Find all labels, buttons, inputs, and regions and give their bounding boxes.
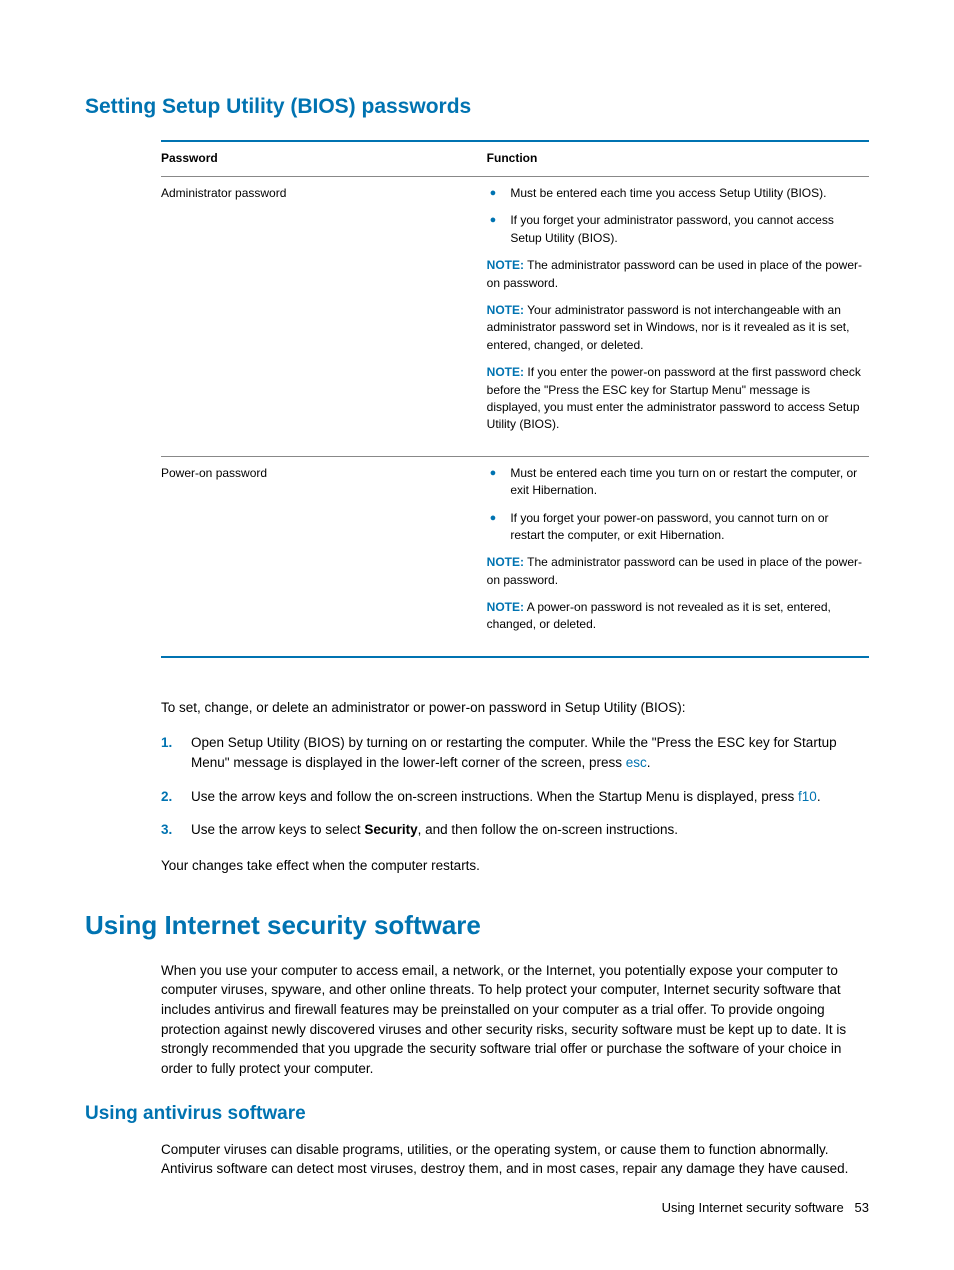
note-text: The administrator password can be used i… — [487, 258, 862, 289]
step-text: Use the arrow keys to select — [191, 822, 364, 837]
heading-antivirus: Using antivirus software — [85, 1100, 869, 1128]
table-header-password: Password — [161, 141, 487, 176]
footer-page-number: 53 — [855, 1200, 869, 1215]
note-text: If you enter the power-on password at th… — [487, 365, 861, 431]
note-label: NOTE: — [487, 303, 524, 317]
bullet-text: Must be entered each time you turn on or… — [510, 465, 863, 500]
step-text: . — [817, 789, 821, 804]
table-row: Power-on password ● Must be entered each … — [161, 456, 869, 657]
bullet-icon: ● — [490, 185, 497, 203]
internet-paragraph: When you use your computer to access ema… — [161, 961, 869, 1078]
bullet-text: If you forget your power-on password, yo… — [510, 510, 863, 545]
note-label: NOTE: — [487, 555, 524, 569]
steps-list: 1. Open Setup Utility (BIOS) by turning … — [161, 733, 869, 839]
note-label: NOTE: — [487, 365, 524, 379]
bullet-text: If you forget your administrator passwor… — [510, 212, 863, 247]
list-item: 3. Use the arrow keys to select Security… — [161, 820, 869, 840]
antivirus-paragraph: Computer viruses can disable programs, u… — [161, 1140, 869, 1179]
note-text: The administrator password can be used i… — [487, 555, 862, 586]
note-text: A power-on password is not revealed as i… — [487, 600, 831, 631]
password-name: Power-on password — [161, 456, 487, 657]
step-number: 3. — [161, 820, 191, 840]
bullet-icon: ● — [490, 212, 497, 247]
changes-paragraph: Your changes take effect when the comput… — [161, 856, 869, 876]
note-text: Your administrator password is not inter… — [487, 303, 850, 352]
page-footer: Using Internet security software 53 — [662, 1199, 869, 1218]
key-esc: esc — [626, 755, 647, 770]
step-text: Use the arrow keys and follow the on-scr… — [191, 789, 798, 804]
step-text: Open Setup Utility (BIOS) by turning on … — [191, 735, 837, 770]
bullet-text: Must be entered each time you access Set… — [510, 185, 826, 203]
table-row: Administrator password ● Must be entered … — [161, 176, 869, 456]
intro-paragraph: To set, change, or delete an administrat… — [161, 698, 869, 718]
step-text: , and then follow the on-screen instruct… — [418, 822, 678, 837]
bullet-icon: ● — [490, 465, 497, 500]
key-f10: f10 — [798, 789, 817, 804]
heading-bios-passwords: Setting Setup Utility (BIOS) passwords — [85, 92, 869, 122]
step-number: 1. — [161, 733, 191, 772]
bullet-icon: ● — [490, 510, 497, 545]
password-table: Password Function Administrator password… — [161, 140, 869, 657]
list-item: 1. Open Setup Utility (BIOS) by turning … — [161, 733, 869, 772]
step-text: . — [647, 755, 651, 770]
step-number: 2. — [161, 787, 191, 807]
heading-internet-security: Using Internet security software — [85, 907, 869, 945]
step-bold: Security — [364, 822, 417, 837]
note-label: NOTE: — [487, 258, 524, 272]
list-item: 2. Use the arrow keys and follow the on-… — [161, 787, 869, 807]
footer-title: Using Internet security software — [662, 1200, 844, 1215]
table-header-function: Function — [487, 141, 869, 176]
password-name: Administrator password — [161, 176, 487, 456]
note-label: NOTE: — [487, 600, 524, 614]
